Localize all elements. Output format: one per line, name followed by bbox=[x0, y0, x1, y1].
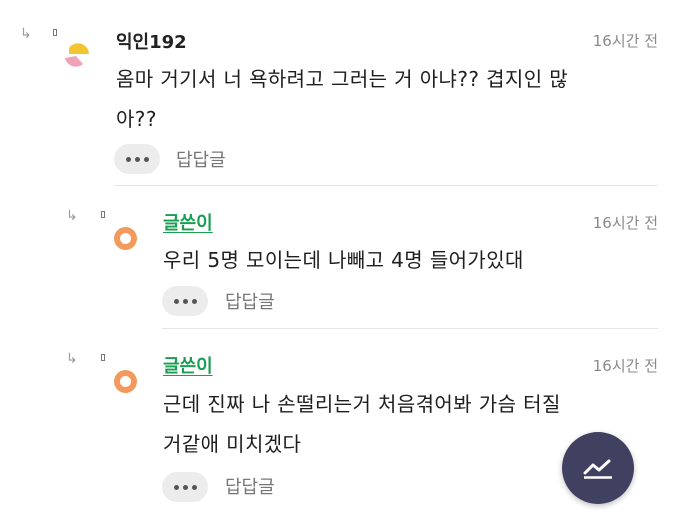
reply-button[interactable]: 답답글 bbox=[225, 473, 275, 499]
comment-author[interactable]: 익인192 bbox=[116, 28, 187, 54]
trending-fab-button[interactable] bbox=[562, 432, 634, 504]
divider bbox=[114, 185, 658, 186]
reply-button[interactable]: 답답글 bbox=[225, 288, 275, 314]
reply-button[interactable]: 답답글 bbox=[176, 146, 226, 172]
trending-chart-icon bbox=[583, 459, 612, 479]
comment-text-line: 옴마 거기서 너 욕하려고 그러는 거 아냐?? 겹지인 많 bbox=[116, 67, 569, 91]
avatar bbox=[114, 370, 137, 393]
more-options-button[interactable] bbox=[162, 286, 208, 316]
avatar-inner bbox=[120, 376, 131, 387]
avatar bbox=[62, 40, 92, 70]
more-dots-icon bbox=[191, 484, 197, 490]
reply-arrow-icon: ↳ bbox=[66, 351, 78, 367]
reply-marker-icon bbox=[101, 211, 105, 218]
reply-arrow-icon: ↳ bbox=[66, 208, 78, 224]
comment-text-line: 아?? bbox=[116, 107, 157, 131]
comment-text: 근데 진짜 나 손떨리는거 처음겪어봐 가슴 터질 거같애 미치겠다 bbox=[163, 384, 561, 464]
avatar-inner bbox=[120, 233, 131, 244]
comment-text-line: 우리 5명 모이는데 나빼고 4명 들어가있대 bbox=[163, 248, 524, 272]
divider bbox=[162, 328, 658, 329]
comment-text: 우리 5명 모이는데 나빼고 4명 들어가있대 bbox=[163, 240, 524, 280]
more-dots-icon bbox=[182, 484, 188, 490]
reply-marker-icon bbox=[101, 354, 105, 361]
more-options-button[interactable] bbox=[162, 472, 208, 502]
comment-timestamp: 16시간 전 bbox=[592, 357, 658, 375]
avatar bbox=[114, 227, 137, 250]
reply-arrow-icon: ↳ bbox=[20, 26, 32, 42]
comment-author[interactable]: 글쓴이 bbox=[163, 209, 213, 235]
more-dots-icon bbox=[191, 298, 197, 304]
more-dots-icon bbox=[173, 484, 179, 490]
comment-author[interactable]: 글쓴이 bbox=[163, 352, 213, 378]
more-dots-icon bbox=[143, 156, 149, 162]
comment-text-line: 거같애 미치겠다 bbox=[163, 432, 302, 456]
comment-text-line: 근데 진짜 나 손떨리는거 처음겪어봐 가슴 터질 bbox=[163, 392, 561, 416]
comment-text: 옴마 거기서 너 욕하려고 그러는 거 아냐?? 겹지인 많 아?? bbox=[116, 59, 568, 139]
comment-timestamp: 16시간 전 bbox=[592, 32, 658, 50]
comment-timestamp: 16시간 전 bbox=[592, 214, 658, 232]
more-dots-icon bbox=[182, 298, 188, 304]
more-dots-icon bbox=[125, 156, 131, 162]
reply-marker-icon bbox=[53, 29, 57, 36]
more-options-button[interactable] bbox=[114, 144, 160, 174]
more-dots-icon bbox=[173, 298, 179, 304]
more-dots-icon bbox=[134, 156, 140, 162]
